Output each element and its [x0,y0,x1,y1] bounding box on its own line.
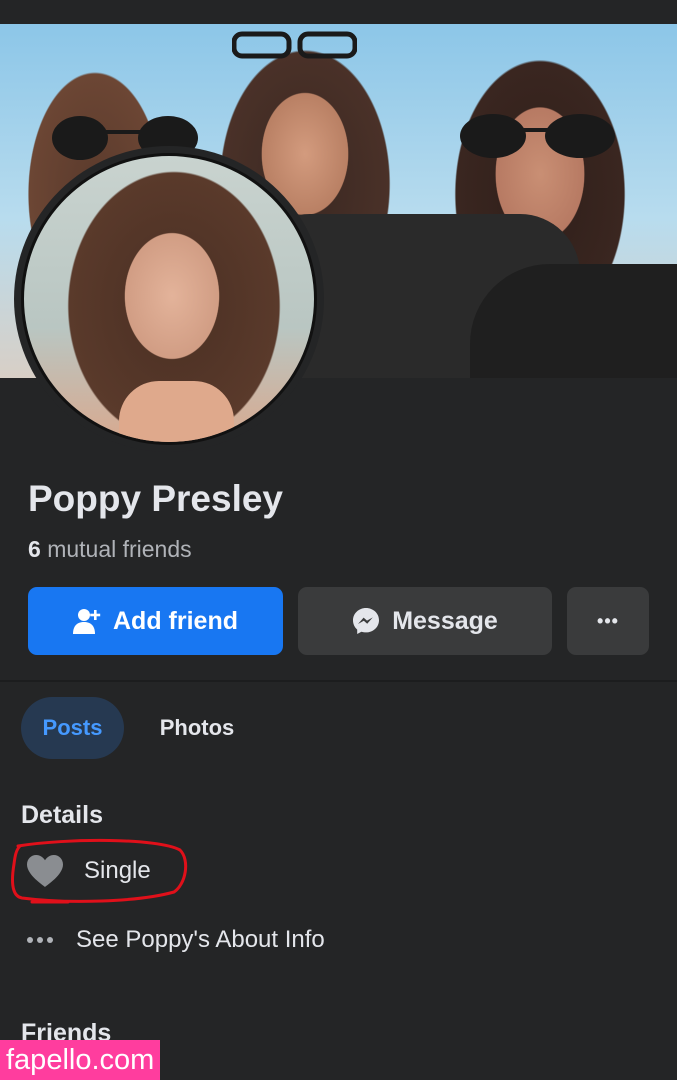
messenger-icon [353,608,380,634]
message-label: Message [392,606,498,635]
sunglasses-graphic [460,114,615,158]
profile-picture[interactable] [14,146,324,452]
more-options-button[interactable]: ••• [567,587,649,655]
add-friend-label: Add friend [113,606,238,635]
about-info-label: See Poppy's About Info [76,926,325,953]
tab-posts[interactable]: Posts [21,697,124,759]
mutual-friends-count: 6 [28,536,41,562]
more-dots-icon: ••• [597,610,619,631]
add-friend-button[interactable]: Add friend [28,587,283,655]
mutual-friends-label: mutual friends [47,536,192,562]
watermark-text: fapello.com [0,1040,161,1080]
section-divider [0,680,677,682]
tab-posts-label: Posts [42,715,103,740]
relationship-status: Single [26,851,151,891]
profile-name: Poppy Presley [28,478,284,519]
tab-photos-label: Photos [159,715,235,740]
tab-photos[interactable]: Photos [142,697,252,759]
about-info-link[interactable]: See Poppy's About Info [26,920,325,960]
heart-icon [27,855,63,887]
more-dots-icon [27,937,53,943]
relationship-status-label: Single [84,857,151,884]
mutual-friends[interactable]: 6 mutual friends [28,536,192,563]
details-heading: Details [21,801,103,829]
sunglasses-graphic [232,31,357,59]
status-bar [0,0,677,24]
add-person-icon [73,609,101,634]
message-button[interactable]: Message [298,587,552,655]
